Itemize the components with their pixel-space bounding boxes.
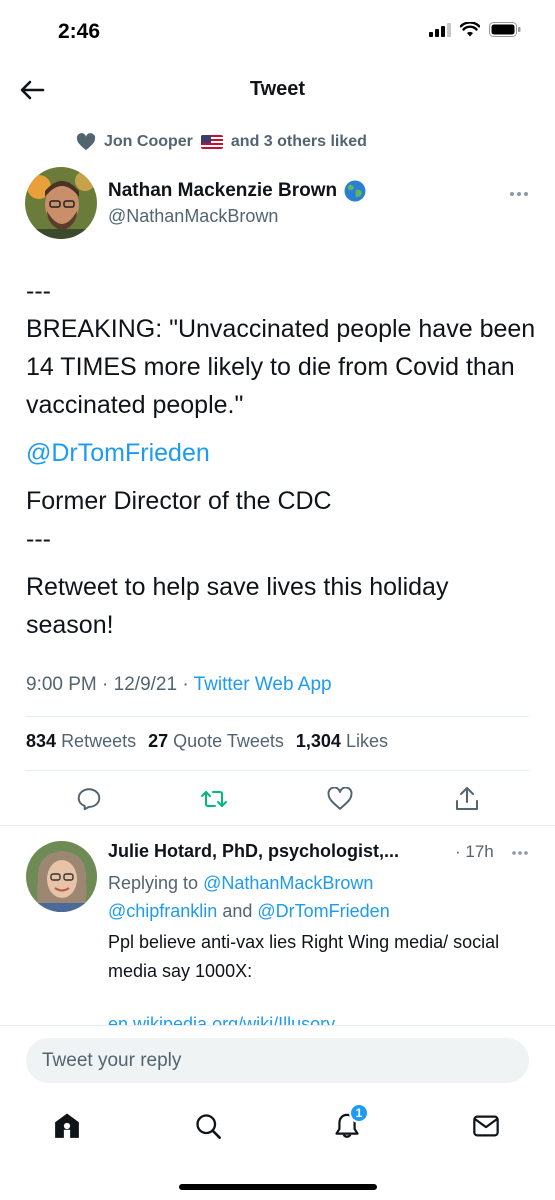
liked-by-suffix: and 3 others liked: [230, 133, 367, 150]
retweet-button[interactable]: [199, 784, 229, 814]
home-indicator: [179, 1184, 377, 1190]
reply-text: Ppl believe anti-vax lies Right Wing med…: [108, 932, 500, 981]
quotes-label: Quote Tweets: [173, 731, 284, 751]
tweet-line-cta: Retweet to help save lives this holiday …: [26, 573, 449, 639]
status-time: 2:46: [58, 20, 101, 43]
reply-button[interactable]: [74, 784, 104, 814]
divider: [26, 770, 529, 771]
tweet-text: --- BREAKING: "Unvaccinated people have …: [26, 272, 536, 644]
page-title: Tweet: [249, 78, 306, 100]
author-handle[interactable]: @NathanMackBrown: [108, 206, 278, 227]
tab-search[interactable]: [191, 1109, 225, 1143]
tab-home[interactable]: [50, 1109, 84, 1143]
tweet-meta: 9:00 PM · 12/9/21 · Twitter Web App: [26, 674, 332, 696]
tab-notifications[interactable]: 1: [330, 1103, 369, 1143]
author-name: Nathan Mackenzie Brown: [108, 180, 338, 201]
home-icon: [55, 1113, 79, 1138]
divider: [0, 825, 555, 826]
more-horizontal-icon: [512, 851, 528, 855]
replying-to-link[interactable]: @chipfranklin: [108, 901, 217, 921]
replying-to-link[interactable]: @DrTomFrieden: [257, 901, 389, 921]
divider: [26, 716, 529, 717]
tweet-line-breaking: BREAKING: "Unvaccinated people have been…: [26, 315, 536, 419]
likes-stat[interactable]: 1,304 Likes: [296, 731, 388, 752]
tweet-time: 9:00 PM: [26, 674, 97, 695]
author-name-row[interactable]: Nathan Mackenzie Brown: [108, 180, 366, 202]
replying-to-link[interactable]: @NathanMackBrown: [203, 873, 373, 893]
globe-emoji-icon: [344, 180, 366, 202]
reply-link[interactable]: en.wikipedia.org/wiki/Illusory...: [108, 1012, 349, 1026]
tab-messages[interactable]: [469, 1109, 503, 1143]
replying-to: Replying to @NathanMackBrown @chipfrankl…: [108, 869, 528, 925]
share-button[interactable]: [452, 784, 482, 814]
more-horizontal-icon: [510, 192, 528, 196]
tweet-stats: 834 Retweets 27 Quote Tweets 1,304 Likes: [26, 731, 388, 752]
tweet-line-dashes-bottom: ---: [26, 525, 51, 553]
meta-separator: ·: [102, 674, 109, 695]
heart-outline-icon: [327, 787, 353, 810]
replying-to-and: and: [222, 901, 253, 921]
status-icons: [429, 22, 521, 37]
meta-separator: ·: [182, 674, 189, 695]
compose-bar: [0, 1025, 555, 1095]
retweet-icon: [201, 791, 227, 807]
wifi-icon: [460, 22, 480, 37]
tweet-more-button[interactable]: [509, 181, 529, 202]
tweet-source-link[interactable]: Twitter Web App: [194, 674, 332, 695]
retweets-stat[interactable]: 834 Retweets: [26, 731, 136, 752]
cellular-signal-icon: [429, 22, 451, 37]
us-flag-icon: [200, 135, 223, 149]
likes-count: 1,304: [295, 731, 341, 751]
battery-icon: [489, 22, 521, 37]
reply-more-button[interactable]: [511, 841, 529, 861]
tweet-actions: [0, 784, 555, 814]
nav-header: Tweet: [0, 64, 555, 116]
mail-icon: [473, 1115, 499, 1137]
liked-by-name: Jon Cooper: [104, 133, 193, 150]
social-context[interactable]: Jon Cooper and 3 others liked: [76, 133, 367, 151]
reply-author-name[interactable]: Julie Hotard, PhD, psychologist,...: [108, 841, 399, 862]
author-avatar[interactable]: [25, 167, 97, 239]
status-bar: 2:46: [0, 0, 555, 64]
like-button[interactable]: [325, 784, 355, 814]
heart-filled-icon: [76, 133, 96, 151]
reply-author-avatar[interactable]: [26, 841, 97, 912]
retweets-label: Retweets: [61, 731, 137, 751]
likes-label: Likes: [345, 731, 388, 751]
quotes-count: 27: [148, 731, 169, 751]
tweet-line-dashes-top: ---: [26, 277, 51, 305]
tweet-date: 12/9/21: [113, 674, 178, 695]
reply-icon: [77, 788, 101, 811]
retweets-count: 834: [26, 731, 57, 751]
quote-tweets-stat[interactable]: 27 Quote Tweets: [148, 731, 284, 752]
notification-badge: 1: [349, 1103, 369, 1123]
tweet-mention-link[interactable]: @DrTomFrieden: [26, 434, 536, 472]
reply-time: · 17h: [455, 842, 494, 861]
bottom-tab-bar: 1: [0, 1095, 555, 1200]
search-icon: [196, 1114, 221, 1139]
reply-input[interactable]: [26, 1038, 529, 1083]
tweet-line-attribution: Former Director of the CDC: [26, 487, 332, 515]
share-icon: [456, 787, 478, 810]
replying-to-prefix: Replying to: [108, 873, 199, 893]
